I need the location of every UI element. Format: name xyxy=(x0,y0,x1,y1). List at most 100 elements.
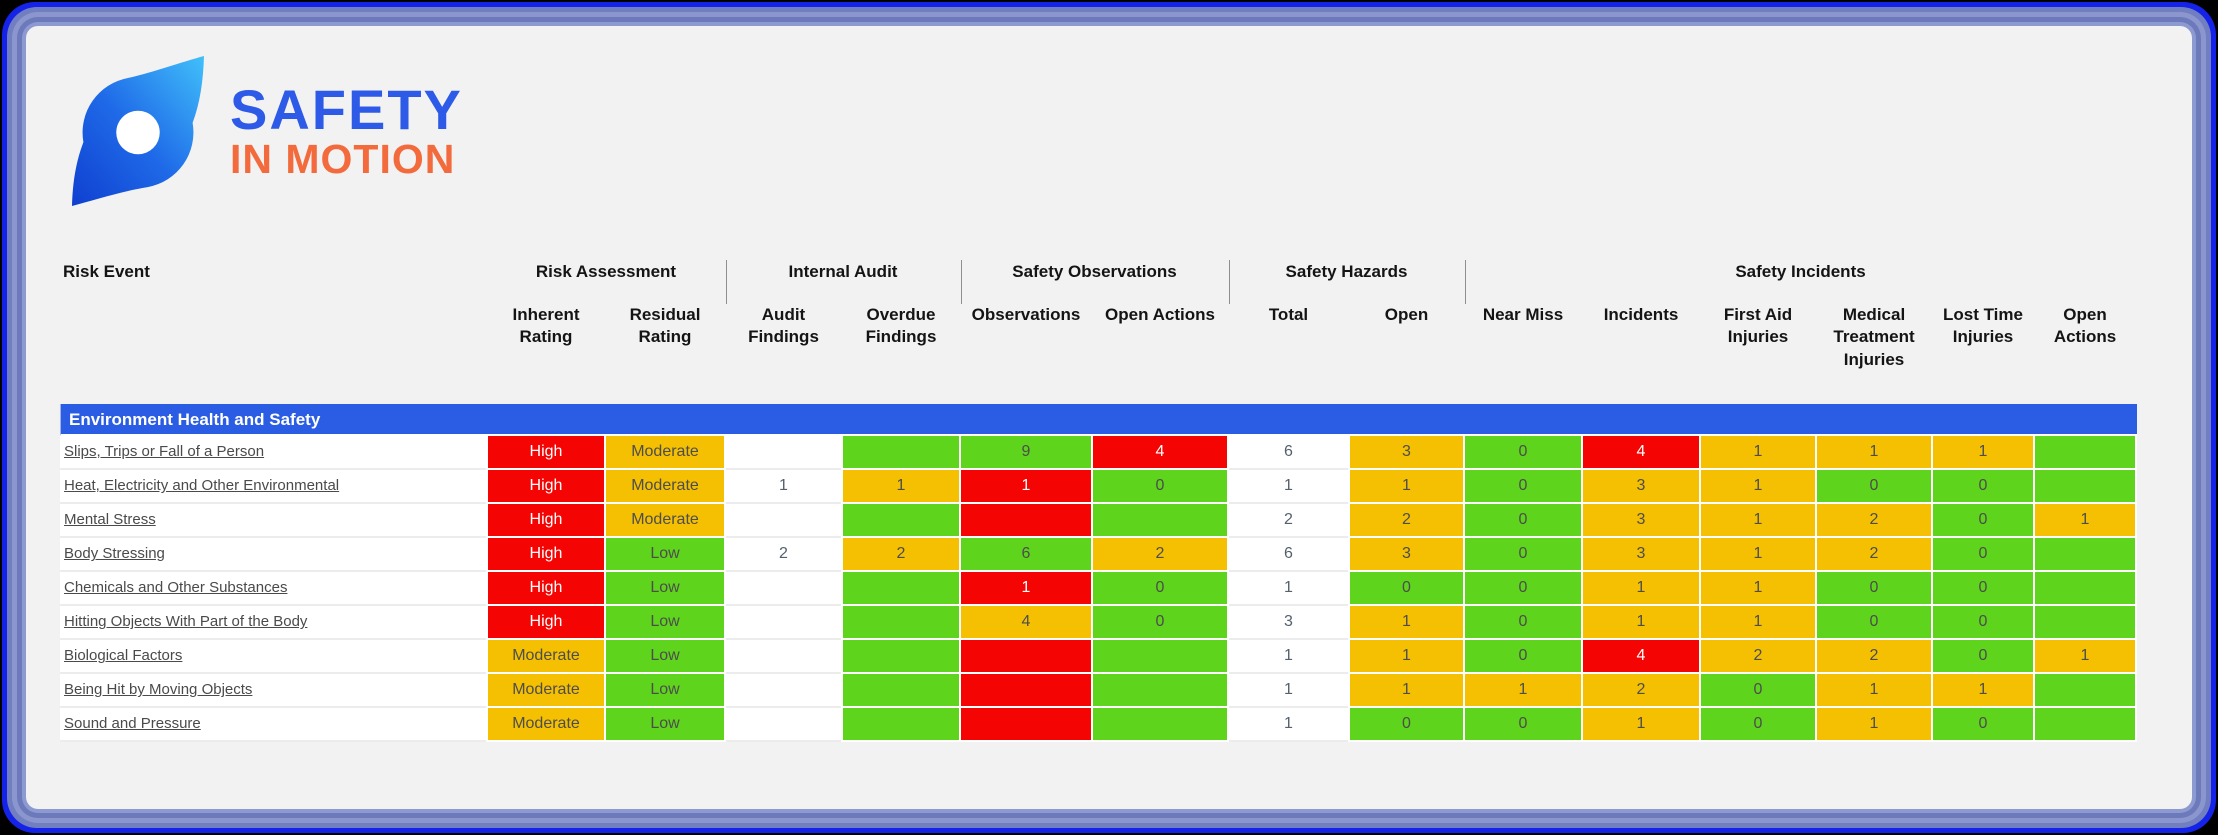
value-cell: 1 xyxy=(1350,674,1463,709)
risk-event-link[interactable]: Biological Factors xyxy=(60,640,486,675)
value-cell xyxy=(726,640,841,675)
value-cell: High xyxy=(488,538,604,573)
value-cell: 0 xyxy=(1093,572,1227,607)
value-cell xyxy=(2035,436,2135,471)
value-cell: Moderate xyxy=(488,708,604,743)
value-cell: High xyxy=(488,504,604,539)
value-cell: 1 xyxy=(1701,606,1815,641)
value-cell: 2 xyxy=(1817,504,1931,539)
column-header-open-actions: Open Actions xyxy=(1105,305,1215,324)
table-row: Hitting Objects With Part of the Body Hig… xyxy=(60,606,2137,641)
value-cell: 4 xyxy=(1093,436,1227,471)
value-cell: 2 xyxy=(726,538,841,573)
table-row: Chemicals and Other Substances High Low 1 0 1… xyxy=(60,572,2137,607)
value-cell xyxy=(961,708,1091,743)
column-header-row: Inherent Rating Residual Rating Audit Find… xyxy=(60,304,2137,371)
value-cell: 3 xyxy=(1583,504,1699,539)
value-cell: 1 xyxy=(1701,572,1815,607)
column-header-inherent-rating: Inherent Rating xyxy=(512,305,580,347)
value-cell: 1 xyxy=(1583,708,1699,743)
value-cell: 0 xyxy=(1465,606,1581,641)
value-cell: Moderate xyxy=(606,504,724,539)
value-cell: 1 xyxy=(726,470,841,505)
value-cell: Low xyxy=(606,674,724,709)
value-cell xyxy=(726,708,841,743)
value-cell: 3 xyxy=(1350,436,1463,471)
section-header-environment-health-and-safety: Environment Health and Safety xyxy=(60,404,2137,437)
value-cell: 0 xyxy=(1817,606,1931,641)
risk-event-link[interactable]: Chemicals and Other Substances xyxy=(60,572,486,607)
value-cell xyxy=(2035,674,2135,709)
risk-event-link[interactable]: Hitting Objects With Part of the Body xyxy=(60,606,486,641)
value-cell: 0 xyxy=(1465,708,1581,743)
risk-event-link[interactable]: Sound and Pressure xyxy=(60,708,486,743)
value-cell: 1 xyxy=(2035,640,2135,675)
table-row: Heat, Electricity and Other Environmenta… xyxy=(60,470,2137,505)
risk-event-link[interactable]: Slips, Trips or Fall of a Person xyxy=(60,436,486,471)
value-cell xyxy=(726,436,841,471)
value-cell xyxy=(726,674,841,709)
value-cell: 1 xyxy=(1817,708,1931,743)
value-cell: 1 xyxy=(1350,470,1463,505)
value-cell: 0 xyxy=(1093,606,1227,641)
value-cell: High xyxy=(488,606,604,641)
value-cell: 0 xyxy=(1350,572,1463,607)
value-cell: 1 xyxy=(961,572,1091,607)
value-cell: 0 xyxy=(1933,470,2033,505)
value-cell: 2 xyxy=(843,538,959,573)
logo-title: SAFETY xyxy=(230,77,463,141)
value-cell xyxy=(961,504,1091,539)
value-cell: 0 xyxy=(1933,640,2033,675)
risk-event-link-label: Biological Factors xyxy=(64,647,183,665)
value-cell xyxy=(2035,606,2135,641)
value-cell xyxy=(843,674,959,709)
value-cell: 0 xyxy=(1933,708,2033,743)
value-cell: 3 xyxy=(1583,538,1699,573)
value-cell: 0 xyxy=(1933,504,2033,539)
value-cell xyxy=(726,504,841,539)
risk-event-link-label: Body Stressing xyxy=(64,545,165,563)
column-header-observations: Observations xyxy=(971,305,1081,324)
value-cell: 2 xyxy=(1817,640,1931,675)
risk-event-link[interactable]: Body Stressing xyxy=(60,538,486,573)
column-header-incidents: Incidents xyxy=(1603,305,1679,324)
table-row: Being Hit by Moving Objects Moderate Low 1 1… xyxy=(60,674,2137,709)
value-cell: 0 xyxy=(1817,572,1931,607)
value-cell: 0 xyxy=(1465,504,1581,539)
value-cell xyxy=(1093,504,1227,539)
value-cell xyxy=(961,640,1091,675)
value-cell: 3 xyxy=(1229,606,1348,641)
value-cell: 0 xyxy=(1701,674,1815,709)
risk-event-link[interactable]: Being Hit by Moving Objects xyxy=(60,674,486,709)
value-cell xyxy=(843,504,959,539)
risk-event-link[interactable]: Mental Stress xyxy=(60,504,486,539)
value-cell: 0 xyxy=(1933,572,2033,607)
value-cell: 0 xyxy=(1465,640,1581,675)
value-cell: Low xyxy=(606,606,724,641)
column-group-header-row: Risk Event Risk Assessment Internal Audit… xyxy=(60,260,2137,304)
value-cell: Low xyxy=(606,708,724,743)
column-header-medical-treatment-injuries: Medical Treatment Injuries xyxy=(1833,305,1915,369)
value-cell: 6 xyxy=(1229,436,1348,471)
risk-event-link[interactable]: Heat, Electricity and Other Environmenta… xyxy=(60,470,486,505)
value-cell xyxy=(726,606,841,641)
column-header-near-miss: Near Miss xyxy=(1482,305,1564,324)
table-row: Sound and Pressure Moderate Low 1 0 0 1 0 1 0 xyxy=(60,708,2137,743)
value-cell: 3 xyxy=(1350,538,1463,573)
value-cell: 1 xyxy=(961,470,1091,505)
value-cell: Low xyxy=(606,640,724,675)
value-cell: 0 xyxy=(1465,538,1581,573)
value-cell: 4 xyxy=(961,606,1091,641)
value-cell: 0 xyxy=(1465,436,1581,471)
value-cell: 1 xyxy=(1350,640,1463,675)
value-cell xyxy=(843,572,959,607)
value-cell xyxy=(2035,572,2135,607)
value-cell: 1 xyxy=(1465,674,1581,709)
column-header-residual-rating: Residual Rating xyxy=(629,305,701,347)
value-cell: 2 xyxy=(1350,504,1463,539)
value-cell xyxy=(843,436,959,471)
risk-event-link-label: Sound and Pressure xyxy=(64,715,201,733)
value-cell: High xyxy=(488,470,604,505)
value-cell: 1 xyxy=(1817,436,1931,471)
column-group-safety-incidents: Safety Incidents xyxy=(1465,260,2135,304)
